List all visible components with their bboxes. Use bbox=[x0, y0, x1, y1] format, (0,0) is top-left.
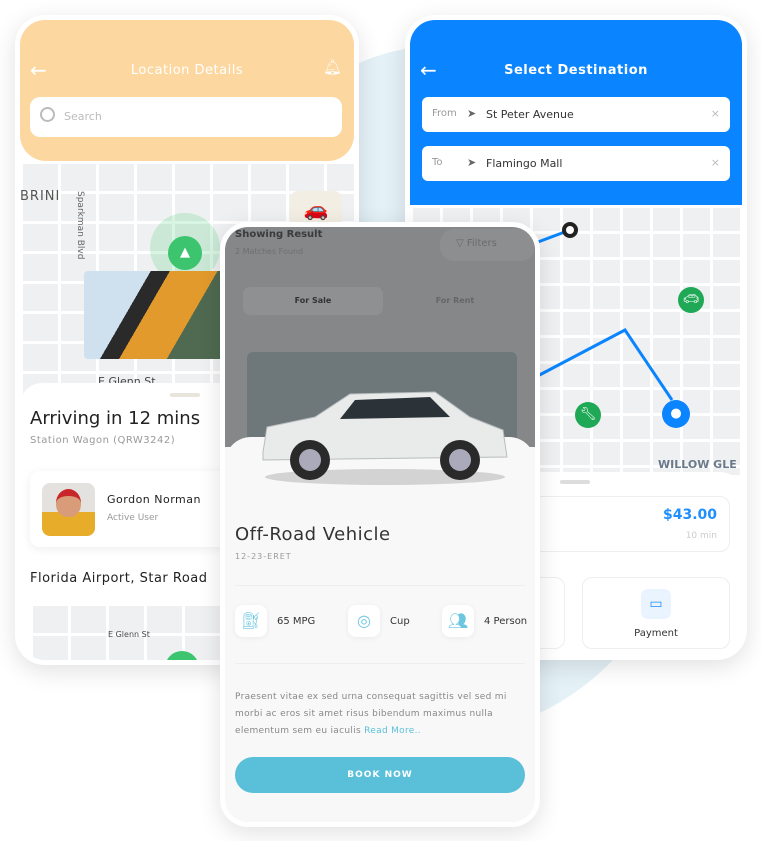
map-label: WILLOW GLE bbox=[658, 458, 737, 471]
vehicle-info: Station Wagon (QRW3242) bbox=[30, 435, 176, 446]
from-value: St Peter Avenue bbox=[486, 108, 574, 121]
payment-label: Payment bbox=[634, 628, 678, 639]
filters-label: Filters bbox=[466, 238, 497, 249]
feature-mileage: ⛽︎ 65 MPG bbox=[235, 605, 315, 637]
vehicle-code: 12-23-ERET bbox=[235, 552, 292, 561]
fuel-pump-icon: ⛽︎ bbox=[235, 605, 267, 637]
driver-card[interactable]: Gordon Norman Active User bbox=[30, 471, 250, 547]
drag-handle[interactable] bbox=[170, 393, 200, 397]
search-input[interactable]: Search bbox=[30, 97, 342, 137]
clear-icon[interactable]: × bbox=[711, 107, 720, 120]
duration: 10 min bbox=[685, 531, 717, 541]
read-more-link[interactable]: Read More.. bbox=[364, 726, 421, 736]
results-heading: Showing Result bbox=[235, 229, 323, 240]
tab-for-rent[interactable]: For Rent bbox=[385, 287, 525, 315]
from-label: From bbox=[432, 108, 457, 119]
bell-icon[interactable]: 🔔︎ bbox=[323, 58, 342, 76]
to-label: To bbox=[432, 157, 443, 168]
vehicle-details-screen: Showing Result 2 Matches Found ▽ Filters… bbox=[220, 222, 540, 827]
tab-for-sale[interactable]: For Sale bbox=[243, 287, 383, 315]
clear-icon[interactable]: × bbox=[711, 156, 720, 169]
header: ← Select Destination From ➤ St Peter Avenu… bbox=[410, 20, 742, 205]
to-field[interactable]: To ➤ Flamingo Mall × bbox=[422, 146, 730, 181]
location-pin-icon bbox=[165, 651, 199, 660]
feature-seats: 👥︎ 4 Person bbox=[442, 605, 527, 637]
navigation-arrow-icon[interactable]: ▲ bbox=[168, 236, 202, 270]
book-now-button[interactable]: BOOK NOW bbox=[235, 757, 525, 793]
steering-wheel-icon: ◎ bbox=[348, 605, 380, 637]
feature-label: 4 Person bbox=[484, 615, 528, 627]
match-count: 2 Matches Found bbox=[235, 247, 304, 256]
filters-button[interactable]: ▽ Filters bbox=[440, 229, 535, 261]
from-field[interactable]: From ➤ St Peter Avenue × bbox=[422, 97, 730, 132]
navigation-icon: ➤ bbox=[467, 156, 477, 169]
driver-photo bbox=[84, 271, 224, 359]
navigation-icon: ➤ bbox=[467, 107, 477, 120]
drag-handle[interactable] bbox=[560, 480, 590, 484]
vehicle-description: Praesent vitae ex sed urna consequat sag… bbox=[235, 689, 525, 740]
destination-address: Florida Airport, Star Road bbox=[30, 571, 208, 586]
to-value: Flamingo Mall bbox=[486, 157, 563, 170]
driver-name: Gordon Norman bbox=[107, 493, 201, 506]
price: $43.00 bbox=[662, 507, 717, 523]
search-icon bbox=[40, 107, 55, 122]
users-icon: 👥︎ bbox=[442, 605, 474, 637]
map-label: BRINI bbox=[20, 189, 61, 204]
arrival-time: Arriving in 12 mins bbox=[30, 408, 201, 429]
wallet-icon: ▭ bbox=[641, 589, 671, 619]
map-label: E Glenn St bbox=[108, 630, 150, 639]
page-title: Location Details bbox=[130, 63, 244, 78]
driver-status: Active User bbox=[107, 513, 159, 523]
feature-label: Cup bbox=[390, 615, 410, 627]
header: ← Location Details 🔔︎ Search bbox=[20, 20, 354, 161]
divider bbox=[235, 585, 525, 586]
divider bbox=[235, 663, 525, 664]
feature-label: 65 MPG bbox=[277, 615, 316, 627]
avatar bbox=[42, 483, 95, 536]
page-title: Select Destination bbox=[504, 63, 648, 78]
map-label: Sparkman Blvd bbox=[75, 191, 85, 260]
filter-icon: ▽ bbox=[456, 238, 467, 249]
vehicle-name: Off-Road Vehicle bbox=[235, 524, 391, 545]
destination-pin-icon[interactable]: ● bbox=[662, 400, 690, 428]
payment-button[interactable]: ▭ Payment bbox=[582, 577, 730, 649]
service-pin-icon[interactable]: 🔧︎ bbox=[575, 402, 601, 428]
car-pin-icon[interactable]: 🚗︎ bbox=[678, 287, 704, 313]
feature-cup: ◎ Cup bbox=[348, 605, 410, 637]
search-placeholder: Search bbox=[64, 110, 102, 123]
vehicle-image bbox=[262, 391, 508, 485]
